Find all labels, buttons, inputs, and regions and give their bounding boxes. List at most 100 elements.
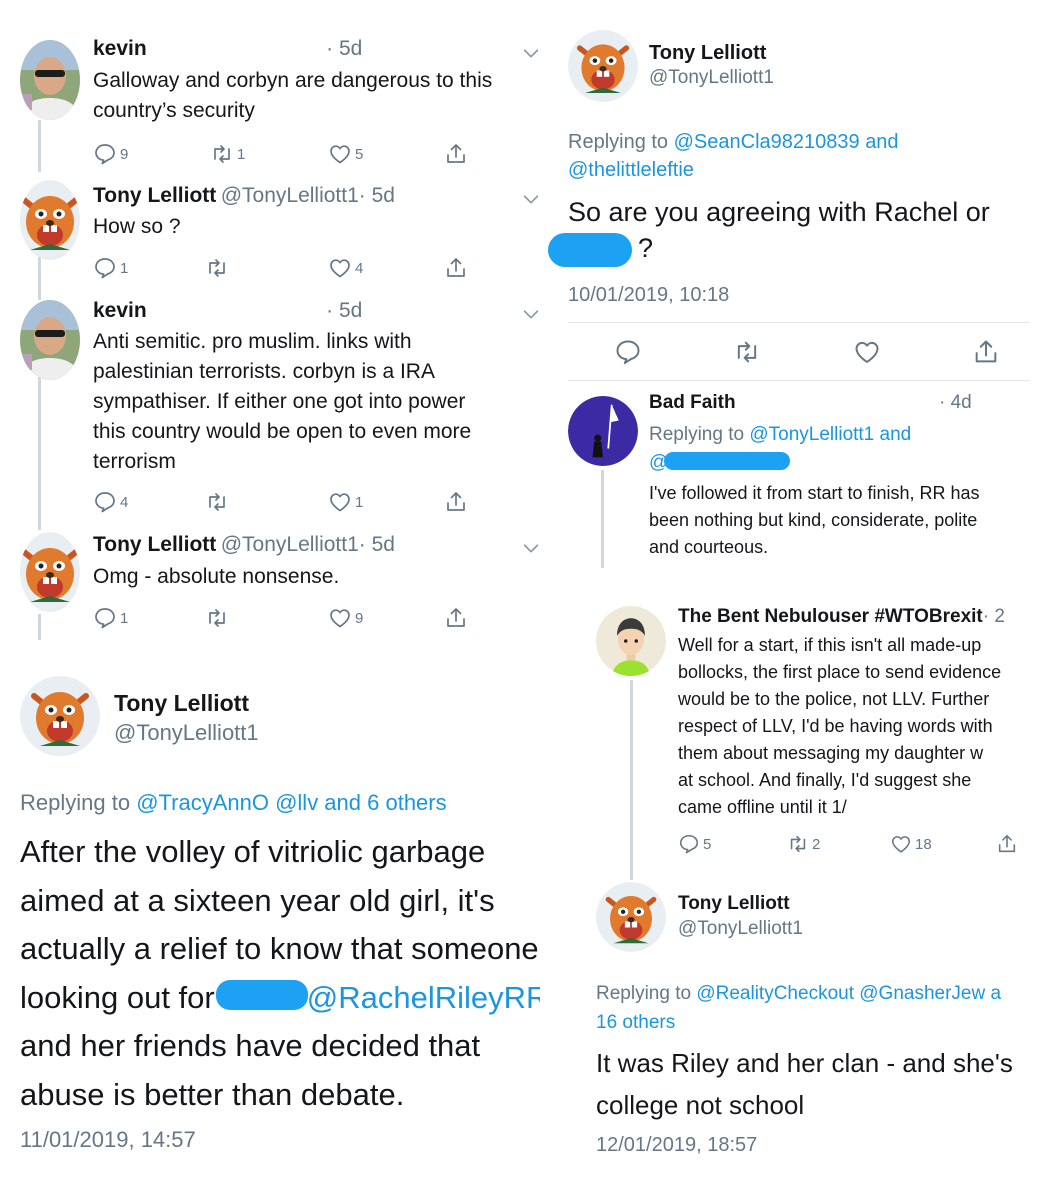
replying-handles[interactable]: @SeanCla98210839 and (674, 131, 899, 153)
reply-icon (678, 833, 700, 855)
reply-button[interactable]: 1 (93, 256, 128, 280)
author-handle[interactable]: @TonyLelliott1 (221, 184, 359, 207)
like-button[interactable]: 5 (328, 142, 363, 166)
share-icon[interactable] (444, 606, 468, 630)
retweet-button[interactable] (205, 256, 232, 280)
tweet-header: kevin · 5d (93, 299, 362, 323)
retweet-icon (205, 256, 229, 280)
chevron-down-icon[interactable] (520, 303, 542, 325)
reply-icon (93, 606, 117, 630)
retweet-button[interactable]: 1 (210, 142, 245, 166)
share-icon[interactable] (996, 833, 1018, 855)
tweet-text-line: terrorism (93, 450, 176, 473)
tweet-header: Bad Faith · 4d (649, 392, 1029, 414)
author-handle[interactable]: @TonyLelliott1 (649, 67, 774, 89)
share-icon[interactable] (972, 338, 1000, 366)
tweet-header: Tony Lelliott @TonyLelliott1· 5d (93, 184, 395, 208)
like-count: 9 (355, 609, 364, 627)
reply-button[interactable]: 1 (93, 606, 128, 630)
divider (568, 322, 1030, 323)
author-handle[interactable]: @TonyLelliott1 (678, 918, 803, 940)
replying-handles[interactable]: @thelittleleftie (568, 156, 899, 184)
tweet-text: How so ? (93, 212, 181, 242)
author-name[interactable]: kevin (93, 37, 147, 60)
like-button[interactable]: 1 (328, 490, 363, 514)
tweet-timestamp[interactable]: 10/01/2019, 10:18 (568, 284, 729, 307)
reply-button[interactable]: 5 (678, 833, 711, 855)
tweet-text: So are you agreeing with Rachel or ? (568, 194, 990, 266)
replying-handles[interactable]: 16 others (596, 1008, 1032, 1037)
avatar[interactable] (20, 532, 80, 612)
author-name[interactable]: Tony Lelliott (114, 690, 249, 717)
replying-handles[interactable]: @RealityCheckout @GnasherJew a (696, 983, 1001, 1004)
like-icon[interactable] (853, 338, 881, 366)
author-handle[interactable]: @TonyLelliott1 (221, 533, 359, 556)
tweet-text-line: sympathiser. If either one got into powe… (93, 390, 466, 413)
avatar[interactable] (20, 180, 80, 260)
redaction-mark (664, 452, 790, 470)
tweet-text-line: actually a relief to know that someone (20, 931, 539, 966)
like-button[interactable]: 18 (890, 833, 932, 855)
share-icon[interactable] (444, 490, 468, 514)
retweet-button[interactable] (205, 490, 232, 514)
author-name[interactable]: Tony Lelliott (93, 184, 216, 207)
tweet-timestamp[interactable]: 11/01/2019, 14:57 (20, 1127, 196, 1153)
tweet-text-line: bollocks, the first place to send eviden… (678, 662, 1002, 682)
tweet-text-line: came offline until it 1/ (678, 797, 847, 817)
share-icon[interactable] (444, 256, 468, 280)
tweet-time[interactable]: · 2 (983, 606, 1005, 627)
mention-link[interactable]: @RachelRileyRR (307, 980, 540, 1015)
tweet-text-line: Anti semitic. pro muslim. links with (93, 330, 412, 353)
tweet-text-line: respect of LLV, I'd be having words with (678, 716, 993, 736)
tweet-text-line: It was Riley and her clan - and she's (596, 1048, 1013, 1078)
author-name[interactable]: Tony Lelliott (649, 42, 766, 65)
avatar[interactable] (20, 676, 100, 756)
author-name[interactable]: kevin (93, 299, 147, 322)
tweet-time[interactable]: · 5d (326, 37, 362, 60)
chevron-down-icon[interactable] (520, 537, 542, 559)
replying-handles[interactable]: @TracyAnnO @llv and 6 others (136, 790, 446, 815)
share-icon[interactable] (444, 142, 468, 166)
chevron-down-icon[interactable] (520, 42, 542, 64)
retweet-icon[interactable] (733, 338, 761, 366)
tweet-time[interactable]: · 5d (359, 533, 395, 556)
tweet-text-fragment: looking out for (20, 979, 215, 1015)
avatar[interactable] (596, 606, 666, 676)
tweet-timestamp[interactable]: 12/01/2019, 18:57 (596, 1134, 757, 1157)
tweet-time[interactable]: · 4d (939, 392, 972, 414)
avatar[interactable] (20, 300, 80, 380)
reply-button[interactable]: 9 (93, 142, 128, 166)
avatar[interactable] (596, 882, 666, 952)
retweet-icon (210, 142, 234, 166)
reply-icon (93, 142, 117, 166)
chevron-down-icon[interactable] (520, 188, 542, 210)
tweet-time[interactable]: · 5d (326, 299, 362, 322)
avatar[interactable] (20, 40, 80, 120)
retweet-count: 2 (812, 835, 821, 853)
author-name[interactable]: Tony Lelliott (678, 893, 790, 915)
tweet-time[interactable]: · 5d (359, 184, 395, 207)
tweet-text-fragment: ? (638, 233, 654, 263)
tweet-text-line: been nothing but kind, considerate, poli… (649, 510, 978, 530)
tweet-text: I've followed it from start to finish, R… (649, 480, 1031, 561)
reply-count: 5 (703, 835, 712, 853)
author-name[interactable]: The Bent Nebulouser #WTOBrexit (678, 606, 983, 627)
like-button[interactable]: 4 (328, 256, 363, 280)
retweet-button[interactable] (205, 606, 232, 630)
author-name[interactable]: Bad Faith (649, 392, 736, 413)
thread-line (38, 120, 41, 172)
reply-icon[interactable] (614, 338, 642, 366)
retweet-button[interactable]: 2 (787, 833, 820, 855)
avatar[interactable] (568, 30, 638, 102)
tweet-text-line: at school. And finally, I'd suggest she (678, 770, 972, 790)
replying-handles[interactable]: @TonyLelliott1 and (749, 424, 911, 445)
tweet-text-line: abuse is better than debate. (20, 1076, 405, 1112)
author-handle[interactable]: @TonyLelliott1 (114, 720, 259, 746)
like-button[interactable]: 9 (328, 606, 363, 630)
reply-button[interactable]: 4 (93, 490, 128, 514)
replying-label: Replying to (20, 790, 131, 815)
avatar[interactable] (568, 396, 638, 466)
author-name[interactable]: Tony Lelliott (93, 533, 216, 556)
reply-count: 1 (120, 609, 129, 627)
reply-count: 1 (120, 259, 129, 277)
